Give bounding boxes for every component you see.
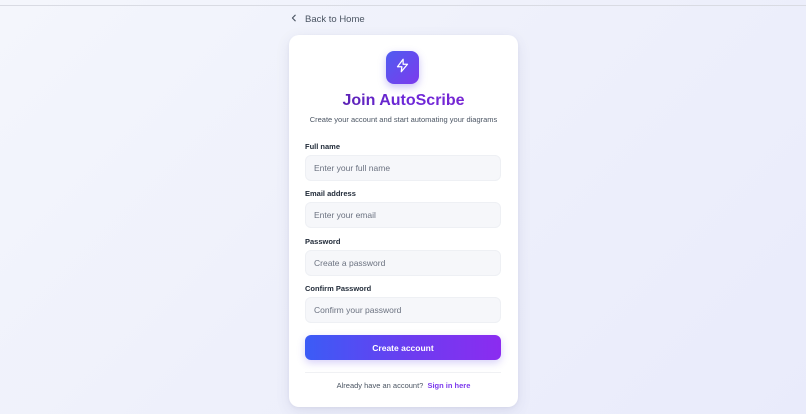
chevron-left-icon xyxy=(290,14,298,25)
confirm-password-label: Confirm Password xyxy=(305,284,372,293)
form-divider xyxy=(305,372,501,373)
lightning-bolt-icon xyxy=(395,58,410,78)
top-divider xyxy=(0,5,806,6)
sign-in-link[interactable]: Sign in here xyxy=(427,381,470,390)
email-label: Email address xyxy=(305,189,356,198)
signin-prompt: Already have an account? xyxy=(336,381,424,390)
create-account-button[interactable]: Create account xyxy=(305,335,501,360)
page-title: Join AutoScribe xyxy=(289,92,518,110)
back-link-label: Back to Home xyxy=(305,14,365,25)
password-label: Password xyxy=(305,237,341,246)
full-name-label: Full name xyxy=(305,142,341,151)
page-subtitle: Create your account and start automating… xyxy=(309,115,498,124)
signup-card: Join AutoScribe Create your account and … xyxy=(289,35,518,407)
password-input[interactable] xyxy=(305,250,501,276)
email-input[interactable] xyxy=(305,202,501,228)
back-to-home-link[interactable]: Back to Home xyxy=(290,14,365,25)
app-logo xyxy=(386,51,419,84)
full-name-input[interactable] xyxy=(305,155,501,181)
confirm-password-input[interactable] xyxy=(305,297,501,323)
signin-row: Already have an account? Sign in here xyxy=(289,381,518,390)
